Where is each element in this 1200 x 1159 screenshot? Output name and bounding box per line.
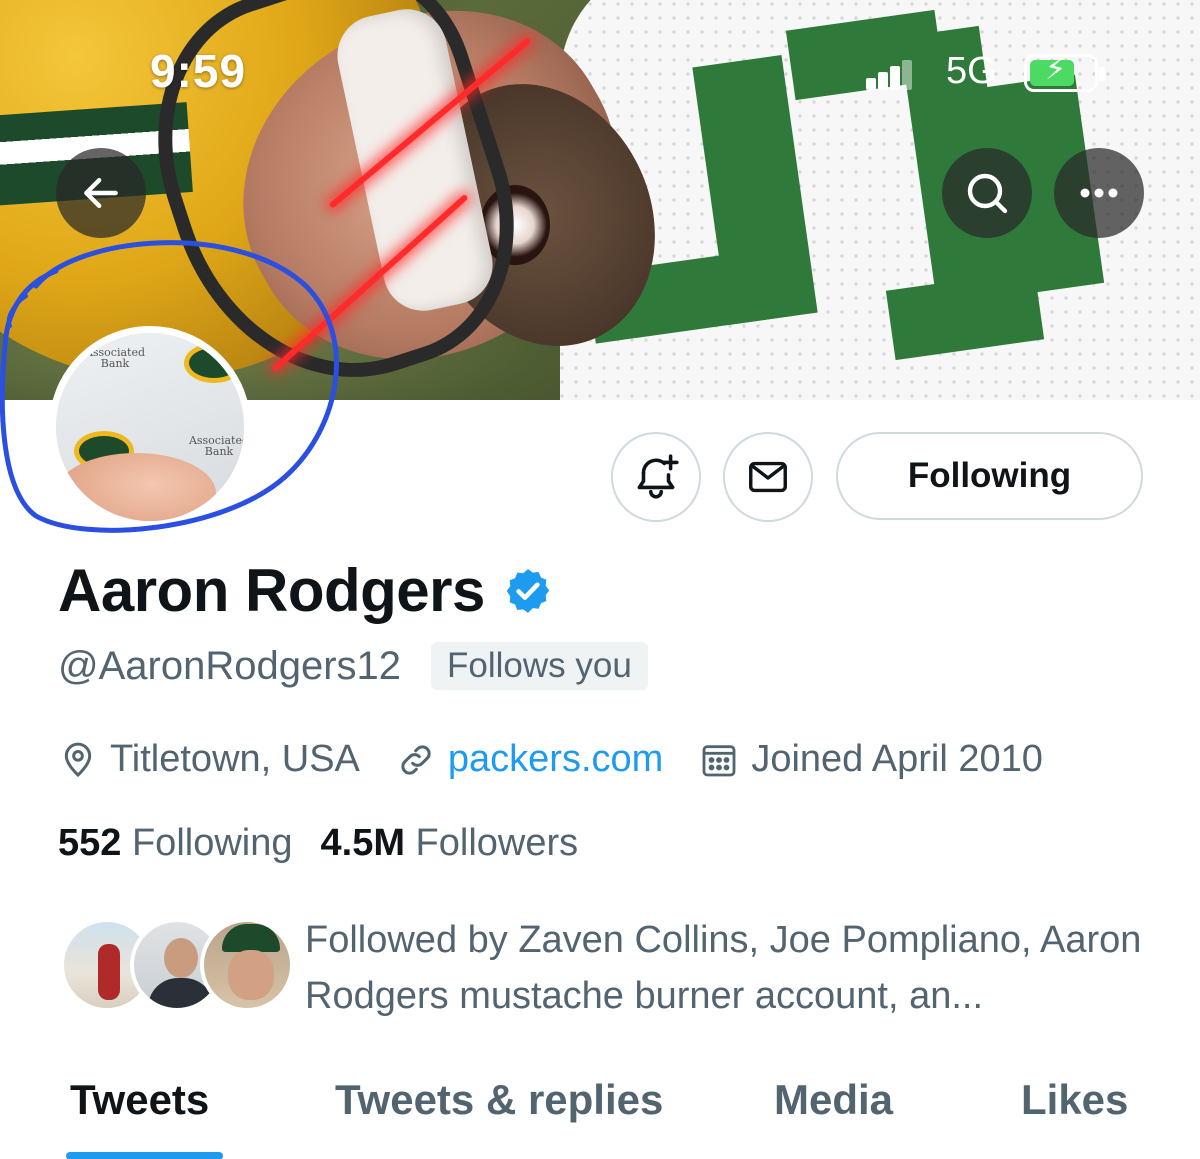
packers-logo [184, 343, 244, 383]
tab-tweets-replies[interactable]: Tweets & replies [335, 1076, 663, 1124]
search-icon [967, 173, 1008, 214]
battery-icon: ⚡ [1024, 54, 1105, 92]
notifications-button[interactable] [611, 432, 701, 522]
more-horizontal-icon [1080, 188, 1118, 198]
signal-icon [866, 58, 912, 90]
followers-stat[interactable]: 4.5M Followers [321, 822, 579, 865]
profile-name-row: Aaron Rodgers [58, 556, 553, 625]
arrow-left-icon [84, 177, 118, 209]
followed-by-text[interactable]: Followed by Zaven Collins, Joe Pompliano… [305, 912, 1165, 1024]
joined-item: Joined April 2010 [699, 738, 1043, 781]
tab-tweets[interactable]: Tweets [70, 1076, 209, 1124]
location-pin-icon [64, 742, 92, 777]
profile-tabs: Tweets Tweets & replies Media Likes [0, 1064, 1200, 1159]
message-button[interactable] [723, 432, 813, 522]
network-type: 5G [946, 50, 997, 92]
back-button[interactable] [56, 148, 146, 238]
following-stat[interactable]: 552 Following [58, 822, 293, 865]
profile-avatar[interactable]: Associated Bank Associated Bank [49, 326, 251, 528]
bell-plus-icon [637, 454, 679, 499]
status-time: 9:59 [150, 45, 247, 97]
followed-by-avatars[interactable] [60, 912, 294, 1012]
sponsor-logo-text: Associated Bank [84, 346, 146, 370]
tab-likes[interactable]: Likes [1021, 1076, 1128, 1124]
location-item: Titletown, USA [58, 738, 360, 781]
profile-name: Aaron Rodgers [58, 557, 485, 624]
active-tab-indicator [66, 1152, 223, 1159]
joined-text: Joined April 2010 [751, 738, 1043, 780]
verified-badge-icon [506, 568, 550, 613]
following-button[interactable]: Following [836, 432, 1143, 520]
follows-you-badge: Follows you [431, 642, 648, 690]
tab-media[interactable]: Media [774, 1076, 893, 1124]
mail-icon [749, 461, 787, 493]
profile-handle-row: @AaronRodgers12 Follows you [58, 642, 648, 690]
website-item[interactable]: packers.com [396, 738, 663, 781]
avatar-hands [56, 453, 216, 521]
follower-avatar [200, 918, 294, 1012]
follow-stats: 552 Following 4.5M Followers [58, 822, 606, 865]
profile-handle: @AaronRodgers12 [58, 643, 402, 688]
location-text: Titletown, USA [110, 738, 360, 780]
link-icon [401, 744, 431, 775]
profile-meta: Titletown, USA packers.com Joined April … [58, 738, 1079, 781]
website-link[interactable]: packers.com [448, 738, 663, 781]
more-button[interactable] [1054, 148, 1144, 238]
calendar-icon [702, 744, 736, 776]
search-button[interactable] [942, 148, 1032, 238]
